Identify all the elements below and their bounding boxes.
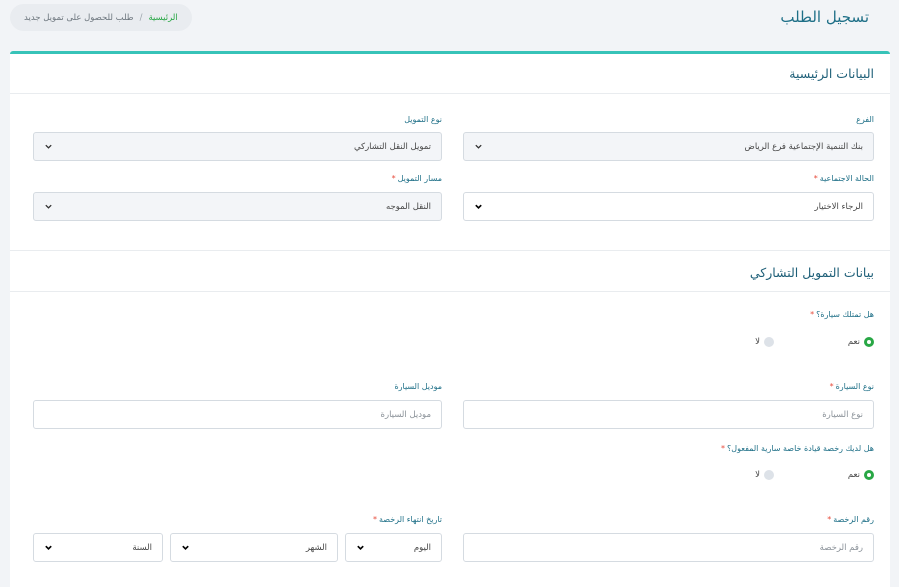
breadcrumb: الرئيسية / طلب للحصول على تمويل جديد xyxy=(10,4,192,31)
chevron-down-icon xyxy=(44,142,53,151)
license-expiry-month-select[interactable]: الشهر xyxy=(170,533,338,562)
financing-track-select-value: النقل الموجه xyxy=(385,201,431,212)
financing-type-select[interactable]: تمويل النقل التشاركي xyxy=(33,132,442,161)
required-marker: * xyxy=(391,174,396,183)
own-car-yes-label: نعم xyxy=(847,337,860,347)
financing-type-select-value: تمويل النقل التشاركي xyxy=(353,141,431,152)
radio-unselected-icon[interactable] xyxy=(764,470,774,480)
social-status-select[interactable]: الرجاء الاختيار xyxy=(463,192,874,221)
required-marker: * xyxy=(721,444,726,453)
chevron-down-icon xyxy=(44,543,53,552)
main-data-section-header: البيانات الرئيسية xyxy=(10,54,890,94)
car-model-label: موديل السيارة xyxy=(394,382,442,391)
chevron-down-icon xyxy=(474,202,483,211)
chevron-down-icon xyxy=(181,543,190,552)
breadcrumb-current: طلب للحصول على تمويل جديد xyxy=(24,12,134,23)
financing-track-label: مسار التمويل* xyxy=(391,174,442,183)
breadcrumb-separator: / xyxy=(139,12,143,23)
social-status-select-value: الرجاء الاختيار xyxy=(814,201,863,212)
license-expiry-year-select[interactable]: السنة xyxy=(33,533,163,562)
required-marker: * xyxy=(827,515,832,524)
license-no-label: لا xyxy=(755,470,760,480)
radio-unselected-icon[interactable] xyxy=(764,337,774,347)
chevron-down-icon xyxy=(356,543,365,552)
branch-label: الفرع xyxy=(856,115,874,124)
license-yes-label: نعم xyxy=(847,470,860,480)
chevron-down-icon xyxy=(44,202,53,211)
radio-selected-icon[interactable] xyxy=(864,470,874,480)
license-number-input[interactable]: رقم الرخصة xyxy=(463,533,874,562)
financing-type-label: نوع التمويل xyxy=(404,115,442,124)
radio-selected-icon[interactable] xyxy=(864,337,874,347)
sharing-financing-section-title: بيانات التمويل التشاركي xyxy=(749,265,874,280)
financing-track-select[interactable]: النقل الموجه xyxy=(33,192,442,221)
required-marker: * xyxy=(373,515,377,524)
main-data-section-title: البيانات الرئيسية xyxy=(789,66,874,81)
required-marker: * xyxy=(813,174,818,183)
day-select-value: اليوم xyxy=(413,542,431,553)
license-no-option[interactable]: لا xyxy=(755,470,774,480)
own-car-no-option[interactable]: لا xyxy=(755,337,774,347)
license-number-placeholder: رقم الرخصة xyxy=(819,542,863,553)
social-status-label: الحالة الاجتماعية* xyxy=(813,174,874,183)
license-yes-option[interactable]: نعم xyxy=(848,470,874,480)
top-bar: تسجيل الطلب الرئيسية / طلب للحصول على تم… xyxy=(0,0,899,40)
car-model-input[interactable]: موديل السيارة xyxy=(33,400,442,429)
car-model-placeholder: موديل السيارة xyxy=(380,409,431,420)
application-form-card: البيانات الرئيسية الفرع بنك التنمية الإج… xyxy=(10,51,890,587)
branch-select-value: بنك التنمية الإجتماعية فرع الرياض xyxy=(744,141,863,152)
chevron-down-icon xyxy=(474,142,483,151)
license-number-label: رقم الرخصة* xyxy=(827,515,874,524)
year-select-value: السنة xyxy=(132,542,152,553)
car-type-placeholder: نوع السيارة xyxy=(822,409,863,420)
license-expiry-day-select[interactable]: اليوم xyxy=(345,533,442,562)
required-marker: * xyxy=(810,310,815,319)
page-title: تسجيل الطلب xyxy=(780,8,869,26)
breadcrumb-home-link[interactable]: الرئيسية xyxy=(148,13,177,23)
license-expiry-label: تاريخ انتهاء الرخصة* xyxy=(373,515,442,524)
sharing-financing-section-header: بيانات التمويل التشاركي xyxy=(10,250,890,292)
own-car-no-label: لا xyxy=(755,337,760,347)
branch-select[interactable]: بنك التنمية الإجتماعية فرع الرياض xyxy=(463,132,874,161)
own-car-label: هل تمتلك سيارة؟* xyxy=(810,310,874,319)
required-marker: * xyxy=(829,382,834,391)
month-select-value: الشهر xyxy=(305,542,327,553)
own-car-yes-option[interactable]: نعم xyxy=(848,337,874,347)
car-type-label: نوع السيارة* xyxy=(829,382,874,391)
license-question-label: هل لديك رخصة قيادة خاصة سارية المفعول؟* xyxy=(721,444,874,453)
car-type-input[interactable]: نوع السيارة xyxy=(463,400,874,429)
